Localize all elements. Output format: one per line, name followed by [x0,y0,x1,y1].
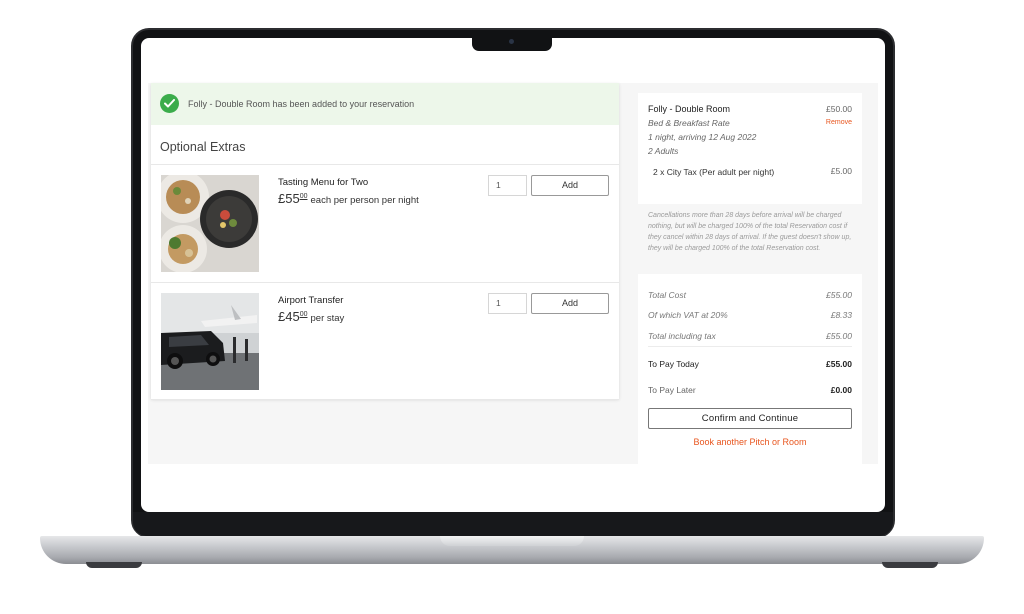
laptop-base-notch [440,536,584,546]
extra-item-price: £5500 each per person per night [278,190,419,208]
laptop-bottom-bezel [133,512,893,536]
banner-message: Folly - Double Room has been added to yo… [188,99,415,109]
total-tax-row: Total including tax £55.00 [648,331,852,341]
pay-today-row: To Pay Today £55.00 [648,359,852,369]
pay-today-label: To Pay Today [648,359,699,369]
pay-later-value: £0.00 [830,385,852,395]
quantity-input[interactable]: 1 [488,293,527,314]
extra-item-airport-transfer: Airport Transfer £4500 per stay 1 Add [151,282,619,400]
vat-row: Of which VAT at 20% £8.33 [648,310,852,320]
guest-count: 2 Adults [648,146,679,156]
booking-page: Folly - Double Room has been added to yo… [148,83,878,464]
camera-icon [509,39,514,44]
total-cost-row: Total Cost £55.00 [648,290,852,300]
city-tax-label: 2 x City Tax (Per adult per night) [653,167,775,177]
room-name: Folly - Double Room [648,104,731,114]
vat-label: Of which VAT at 20% [648,310,728,320]
cancellation-policy: Cancellations more than 28 days before a… [648,212,852,252]
reservation-summary: Folly - Double Room £50.00 Bed & Breakfa… [638,93,862,204]
section-title: Optional Extras [160,140,246,154]
laptop-foot-left [86,562,142,568]
pay-later-label: To Pay Later [648,385,696,395]
success-banner: Folly - Double Room has been added to yo… [151,83,619,125]
pay-today-value: £55.00 [826,359,852,369]
price-unit: each per person per night [310,195,419,206]
add-airport-transfer-button[interactable]: Add [531,293,609,314]
room-rate: Bed & Breakfast Rate [648,118,730,128]
extra-item-name: Tasting Menu for Two [278,177,369,188]
pay-later-row: To Pay Later £0.00 [648,385,852,395]
camera-notch [472,36,552,51]
summary-divider [648,346,852,347]
total-cost-label: Total Cost [648,290,686,300]
total-tax-value: £55.00 [826,331,852,341]
extra-item-name: Airport Transfer [278,295,344,306]
price-main: £45 [278,309,300,324]
add-tasting-menu-button[interactable]: Add [531,175,609,196]
tasting-menu-image [161,175,259,272]
airport-transfer-image [161,293,259,390]
quantity-input[interactable]: 1 [488,175,527,196]
extra-item-price: £4500 per stay [278,308,344,326]
stay-dates: 1 night, arriving 12 Aug 2022 [648,132,757,142]
city-tax-price: £5.00 [830,166,852,176]
price-decimals: 00 [299,311,308,318]
remove-room-link[interactable]: Remove [826,119,852,126]
price-decimals: 00 [299,193,308,200]
vat-value: £8.33 [830,310,852,320]
check-circle-icon [160,94,179,113]
price-main: £55 [278,191,300,206]
extra-item-tasting-menu: Tasting Menu for Two £5500 each per perso… [151,164,619,282]
room-price: £50.00 [826,104,852,114]
confirm-continue-button[interactable]: Confirm and Continue [648,408,852,429]
book-another-link[interactable]: Book another Pitch or Room [638,437,862,447]
payment-summary: Total Cost £55.00 Of which VAT at 20% £8… [638,274,862,464]
total-cost-value: £55.00 [826,290,852,300]
extras-card: Folly - Double Room has been added to yo… [151,83,619,400]
price-unit: per stay [310,313,345,324]
total-tax-label: Total including tax [648,331,716,341]
laptop-foot-right [882,562,938,568]
